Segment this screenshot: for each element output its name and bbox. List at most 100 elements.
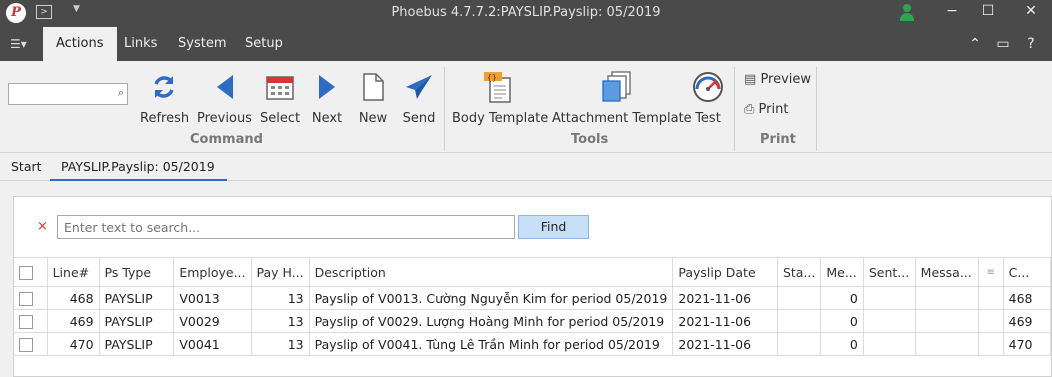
- tab-setup[interactable]: Setup: [232, 27, 296, 61]
- column-header[interactable]: Me...: [820, 257, 864, 287]
- column-header[interactable]: Description: [309, 257, 674, 287]
- ribbon-separator: [734, 67, 735, 151]
- sort-icon: ≡: [986, 266, 996, 278]
- cell-employee: V0041: [173, 332, 252, 356]
- tools-group-label: Tools: [571, 132, 609, 147]
- select-button[interactable]: Select: [260, 69, 300, 126]
- user-status-icon[interactable]: [900, 4, 914, 22]
- tab-payslip[interactable]: PAYSLIP.Payslip: 05/2019: [50, 159, 227, 181]
- tab-actions[interactable]: Actions: [43, 27, 117, 61]
- ribbon-separator: [816, 67, 817, 151]
- cell-c: 469: [1003, 309, 1052, 333]
- cell-message: [915, 309, 980, 333]
- cell-message: [915, 286, 980, 310]
- table-row[interactable]: 470 PAYSLIP V0041 13 Payslip of V0041. T…: [14, 332, 1052, 356]
- cell-me: 0: [820, 309, 864, 333]
- column-header[interactable]: Messa...: [915, 257, 980, 287]
- printer-icon: ⎙: [744, 102, 755, 117]
- print-button[interactable]: ⎙ Print: [744, 102, 788, 117]
- gauge-icon: [690, 69, 726, 105]
- app-menu-icon[interactable]: ☰▾: [10, 37, 30, 51]
- table-header-row: Line# Ps Type Employe... Pay H... Descri…: [14, 257, 1052, 287]
- column-header[interactable]: C...: [1003, 257, 1052, 287]
- ribbon-separator: [444, 67, 445, 151]
- archive-icon[interactable]: ▭: [994, 36, 1012, 52]
- new-button[interactable]: New: [356, 69, 390, 126]
- column-header[interactable]: ≡: [978, 257, 1004, 287]
- minimize-icon[interactable]: −: [942, 3, 962, 19]
- column-header[interactable]: Payslip Date: [672, 257, 778, 287]
- cell-line: 469: [47, 309, 100, 333]
- collapse-ribbon-icon[interactable]: ⌃: [966, 36, 984, 52]
- column-header[interactable]: Sta...: [777, 257, 822, 287]
- refresh-button[interactable]: Refresh: [140, 69, 189, 126]
- cell-sent: [863, 332, 916, 356]
- search-input[interactable]: [57, 215, 515, 239]
- document-icon: [356, 69, 390, 105]
- tab-links[interactable]: Links: [111, 27, 170, 61]
- close-icon[interactable]: ✕: [1021, 3, 1041, 19]
- column-header[interactable]: Ps Type: [99, 257, 175, 287]
- next-button[interactable]: Next: [310, 69, 344, 126]
- print-group-label: Print: [760, 132, 796, 147]
- arrow-right-icon: [310, 69, 344, 105]
- cell-message: [915, 332, 980, 356]
- maximize-icon[interactable]: ☐: [978, 3, 998, 19]
- refresh-icon: [140, 69, 188, 105]
- column-header[interactable]: Pay H...: [251, 257, 310, 287]
- row-checkbox[interactable]: [14, 286, 48, 310]
- send-button[interactable]: Send: [400, 69, 438, 126]
- cell-extra: [978, 286, 1004, 310]
- cell-extra: [978, 332, 1004, 356]
- calendar-icon: [260, 69, 300, 105]
- test-button[interactable]: Test: [690, 69, 726, 126]
- clear-search-icon[interactable]: ×: [37, 219, 48, 234]
- cell-ps-type: PAYSLIP: [99, 309, 175, 333]
- svg-text:{}: {}: [487, 73, 497, 82]
- cell-ps-type: PAYSLIP: [99, 332, 175, 356]
- ribbon: ⌕ Refresh Previous Select Next New Send …: [0, 61, 1052, 153]
- find-button[interactable]: Find: [518, 215, 589, 239]
- previous-button[interactable]: Previous: [197, 69, 252, 126]
- cell-status: [777, 286, 822, 310]
- arrow-left-icon: [197, 69, 252, 105]
- cell-ps-type: PAYSLIP: [99, 286, 175, 310]
- paper-plane-icon: [400, 69, 438, 105]
- row-checkbox[interactable]: [14, 309, 48, 333]
- cell-extra: [978, 309, 1004, 333]
- cell-sent: [863, 309, 916, 333]
- preview-button[interactable]: ▤ Preview: [744, 72, 811, 87]
- select-all-checkbox[interactable]: [14, 257, 48, 287]
- column-header[interactable]: Line#: [47, 257, 100, 287]
- table-row[interactable]: 468 PAYSLIP V0013 13 Payslip of V0013. C…: [14, 286, 1052, 310]
- preview-icon: ▤: [744, 72, 757, 87]
- column-header[interactable]: Employe...: [173, 257, 252, 287]
- attachment-template-button[interactable]: Attachment Template: [552, 69, 692, 126]
- cell-description: Payslip of V0041. Tùng Lê Trần Minh for …: [309, 332, 674, 356]
- tab-start[interactable]: Start: [11, 159, 42, 174]
- cell-c: 470: [1003, 332, 1052, 356]
- column-header[interactable]: Sent...: [863, 257, 916, 287]
- row-checkbox[interactable]: [14, 332, 48, 356]
- title-bar: P > ▼ Phoebus 4.7.7.2:PAYSLIP.Payslip: 0…: [0, 0, 1052, 27]
- cell-description: Payslip of V0029. Lượng Hoàng Minh for p…: [309, 309, 674, 333]
- table-row[interactable]: 469 PAYSLIP V0029 13 Payslip of V0029. L…: [14, 309, 1052, 333]
- cell-pay-h: 13: [251, 309, 310, 333]
- command-group-label: Command: [190, 132, 263, 147]
- body-template-button[interactable]: {} Body Template: [452, 69, 548, 126]
- search-icon: ⌕: [117, 86, 124, 99]
- cell-line: 468: [47, 286, 100, 310]
- cell-payslip-date: 2021-11-06: [672, 309, 778, 333]
- window-title: Phoebus 4.7.7.2:PAYSLIP.Payslip: 05/2019: [391, 5, 661, 20]
- help-icon[interactable]: ?: [1022, 36, 1040, 52]
- cell-line: 470: [47, 332, 100, 356]
- document-tabs: Start PAYSLIP.Payslip: 05/2019: [0, 153, 1052, 181]
- ribbon-search-input[interactable]: ⌕: [8, 83, 128, 105]
- cell-status: [777, 332, 822, 356]
- menu-bar: ☰▾ Actions Links System Setup ⌃ ▭ ?: [0, 27, 1052, 61]
- cell-pay-h: 13: [251, 286, 310, 310]
- cell-sent: [863, 286, 916, 310]
- cell-status: [777, 309, 822, 333]
- template-icon: {}: [452, 69, 544, 105]
- tab-system[interactable]: System: [165, 27, 239, 61]
